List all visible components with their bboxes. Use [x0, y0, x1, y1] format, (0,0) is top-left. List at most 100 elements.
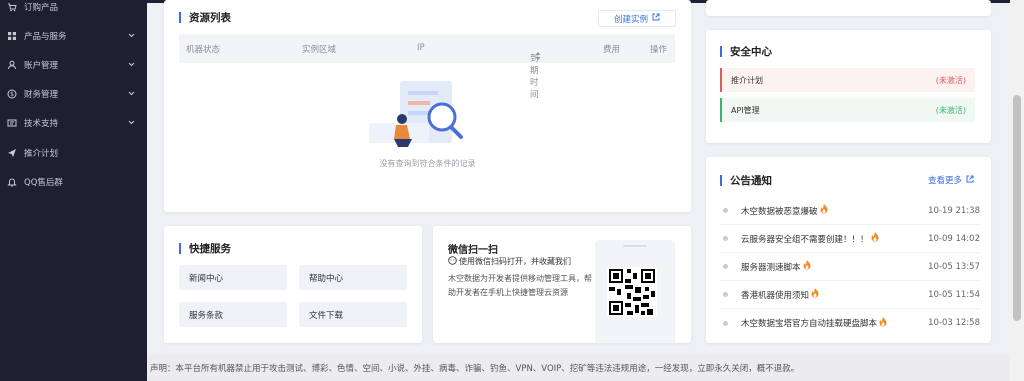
notice-item-text: 云服务器安全组不需要创建！！！ — [741, 234, 869, 245]
resource-list-title: 资源列表 — [179, 10, 231, 25]
file-download-button[interactable]: 文件下载 — [299, 302, 407, 327]
security-row-status: (未激活) — [935, 75, 966, 85]
fire-icon — [820, 204, 828, 217]
quick-service-card: 快捷服务 新闻中心 帮助中心 服务条款 文件下载 — [164, 226, 422, 343]
security-center-title: 安全中心 — [720, 44, 772, 59]
grid-icon — [6, 30, 18, 42]
notice-title-text: 公告通知 — [730, 175, 772, 187]
bell-icon — [6, 176, 18, 188]
terms-button[interactable]: 服务条款 — [179, 302, 287, 327]
fire-icon — [803, 260, 811, 273]
security-row-api[interactable]: API管理 (未激活) — [720, 98, 975, 122]
security-center-title-text: 安全中心 — [730, 46, 772, 58]
column-header: 费用 — [603, 45, 621, 55]
chevron-down-icon — [128, 31, 135, 41]
title-accent-bar — [720, 46, 722, 57]
scrollbar-thumb[interactable] — [1013, 95, 1021, 321]
security-center-card: 安全中心 推介计划 (未激活) API管理 (未激活) — [706, 30, 991, 143]
create-instance-label: 创建实例 — [613, 14, 648, 25]
notice-item[interactable]: 服务器测速脚本 10-05 13:57 — [720, 253, 980, 281]
bullet-dot — [723, 320, 728, 326]
quick-service-title-text: 快捷服务 — [189, 243, 231, 255]
sidebar: 订购产品 产品与服务 账户管理 $ 财务管理 技术支持 推介计划 QQ售后群 — [0, 0, 147, 381]
column-header: 操作 — [650, 45, 668, 55]
help-center-button[interactable]: 帮助中心 — [299, 265, 407, 290]
wechat-subtitle-text: 使用微信扫码打开，并收藏我们 — [459, 257, 571, 266]
svg-text:$: $ — [10, 91, 14, 98]
chevron-down-icon — [128, 60, 135, 70]
sidebar-item-account[interactable]: 账户管理 — [0, 50, 147, 79]
sidebar-item-label: 推介计划 — [24, 148, 59, 159]
resource-list-card: 资源列表 创建实例 机器状态 实例区域 IP 到期时间 费用 操作 没有查询到符… — [164, 0, 691, 212]
bullet-dot — [723, 236, 728, 241]
sort-icon[interactable] — [535, 52, 541, 63]
send-icon — [6, 147, 18, 159]
sidebar-item-label: QQ售后群 — [24, 177, 63, 188]
news-center-button[interactable]: 新闻中心 — [179, 265, 287, 290]
resource-list-title-text: 资源列表 — [189, 12, 231, 24]
phone-speaker — [623, 245, 647, 247]
wechat-title: 微信扫一扫 — [448, 245, 498, 256]
column-header: 实例区域 — [302, 45, 337, 55]
ticket-icon — [6, 117, 18, 129]
sidebar-item-finance[interactable]: $ 财务管理 — [0, 79, 147, 108]
column-header: IP — [417, 43, 425, 53]
create-instance-button[interactable]: 创建实例 — [598, 10, 676, 27]
cart-icon — [6, 1, 18, 13]
security-row-status: (未激活) — [935, 105, 966, 115]
wechat-subtitle: 使用微信扫码打开，并收藏我们 — [448, 256, 571, 267]
sidebar-item-label: 财务管理 — [24, 89, 59, 100]
sidebar-item-referral[interactable]: 推介计划 — [0, 138, 147, 167]
quick-service-title: 快捷服务 — [179, 241, 231, 256]
notice-item-date: 10-05 11:54 — [928, 289, 980, 300]
notice-item[interactable]: 木空数据宝塔官方自动挂载硬盘脚本 10-03 12:58 — [720, 309, 980, 337]
sidebar-item-order[interactable]: 订购产品 — [0, 0, 147, 21]
notice-item-date: 10-09 14:02 — [928, 233, 980, 244]
top-right-card — [706, 0, 991, 16]
user-icon — [6, 59, 18, 71]
wechat-description: 木空数据为开发者提供移动管理工具，帮助开发者在手机上快捷管理云资源 — [448, 274, 592, 297]
bullet-dot — [723, 264, 728, 269]
notice-item-text: 香港机器使用须知 — [741, 290, 810, 301]
notice-item[interactable]: 香港机器使用须知 10-05 11:54 — [720, 281, 980, 309]
footer-disclaimer: 声明：本平台所有机器禁止用于攻击测试、博彩、色情、空间、小说、外挂、病毒、诈骗、… — [147, 355, 1010, 381]
chevron-down-icon — [128, 89, 135, 99]
sidebar-item-label: 账户管理 — [24, 60, 59, 71]
view-more-link[interactable]: 查看更多 — [928, 174, 974, 186]
bullet-dot — [723, 208, 728, 213]
empty-state-text: 没有查询到符合条件的记录 — [379, 159, 476, 168]
chevron-down-icon — [128, 118, 135, 128]
resource-table-header: 机器状态 实例区域 IP 到期时间 费用 操作 — [179, 34, 675, 100]
empty-state-illustration — [364, 75, 494, 165]
external-link-icon — [966, 175, 974, 186]
title-accent-bar — [179, 12, 181, 23]
sidebar-item-label: 技术支持 — [24, 118, 59, 129]
notice-card: 公告通知 查看更多 木空数据被恶意爆破 10-19 21:38 云服务器安全组不… — [706, 157, 991, 343]
wechat-card: 微信扫一扫 使用微信扫码打开，并收藏我们 木空数据为开发者提供移动管理工具，帮助… — [433, 226, 691, 343]
security-row-label: API管理 — [731, 105, 760, 115]
notice-item-text: 木空数据被恶意爆破 — [741, 206, 818, 217]
column-header: 机器状态 — [186, 45, 221, 55]
qr-code — [607, 267, 657, 317]
bullet-dot — [723, 292, 728, 297]
notice-item-text: 木空数据宝塔官方自动挂载硬盘脚本 — [741, 319, 878, 329]
fire-icon — [879, 316, 887, 330]
security-row-referral[interactable]: 推介计划 (未激活) — [720, 68, 975, 92]
wechat-icon — [448, 256, 457, 267]
fire-icon — [871, 232, 879, 245]
sidebar-item-products[interactable]: 产品与服务 — [0, 21, 147, 50]
fire-icon — [811, 288, 819, 301]
security-row-label: 推介计划 — [731, 75, 763, 85]
view-more-label: 查看更多 — [927, 176, 962, 186]
notice-title: 公告通知 — [720, 173, 772, 188]
sidebar-item-label: 产品与服务 — [24, 31, 67, 42]
sidebar-item-label: 订购产品 — [24, 2, 59, 13]
notice-item[interactable]: 木空数据被恶意爆破 10-19 21:38 — [720, 197, 980, 225]
sidebar-item-qq-group[interactable]: QQ售后群 — [0, 167, 147, 196]
external-link-icon — [652, 13, 660, 24]
sidebar-item-support[interactable]: 技术支持 — [0, 108, 147, 137]
title-accent-bar — [720, 175, 722, 186]
notice-item[interactable]: 云服务器安全组不需要创建！！！ 10-09 14:02 — [720, 225, 980, 253]
notice-item-date: 10-05 13:57 — [928, 261, 980, 272]
title-accent-bar — [179, 243, 181, 254]
